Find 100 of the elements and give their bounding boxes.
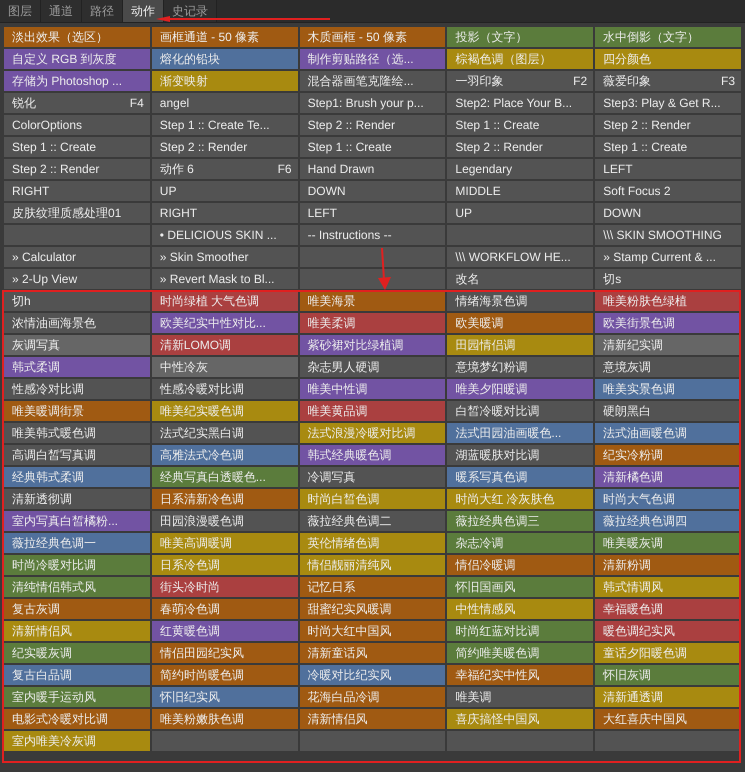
- action-button[interactable]: DOWN: [300, 181, 446, 201]
- action-button[interactable]: 时尚红蓝对比调: [447, 621, 594, 641]
- action-button[interactable]: [447, 225, 594, 245]
- action-button[interactable]: 英伦情绪色调: [300, 533, 446, 553]
- action-button[interactable]: 日系清新冷色调: [152, 489, 298, 509]
- action-button[interactable]: 熔化的铅块: [152, 49, 298, 69]
- action-button[interactable]: 幸福纪实中性风: [447, 665, 594, 685]
- action-button[interactable]: 木质画框 - 50 像素: [300, 27, 446, 47]
- action-button[interactable]: 清纯情侣韩式风: [4, 577, 150, 597]
- action-button[interactable]: 喜庆搞怪中国风: [447, 709, 594, 729]
- action-button[interactable]: 唯美夕阳暖调: [447, 379, 594, 399]
- action-button[interactable]: 时尚大红中国风: [300, 621, 446, 641]
- action-button[interactable]: 唯美暖灰调: [595, 533, 741, 553]
- action-button[interactable]: 时尚冷暖对比调: [4, 555, 150, 575]
- action-button[interactable]: » 2-Up View: [4, 269, 150, 289]
- action-button[interactable]: Hand Drawn: [300, 159, 446, 179]
- action-button[interactable]: 怀旧国画风: [447, 577, 594, 597]
- action-button[interactable]: 湖蓝暖肤对比调: [447, 445, 594, 465]
- action-button[interactable]: 紫砂裙对比绿植调: [300, 335, 446, 355]
- action-button[interactable]: 投影（文字）: [447, 27, 594, 47]
- action-button[interactable]: 性感冷暖对比调: [152, 379, 298, 399]
- action-button[interactable]: 渐变映射: [152, 71, 298, 91]
- action-button[interactable]: 薇爱印象 F3: [595, 71, 741, 91]
- action-button[interactable]: 杂志冷调: [447, 533, 594, 553]
- action-button[interactable]: LEFT: [300, 203, 446, 223]
- action-button[interactable]: Step 1 :: Create: [447, 115, 594, 135]
- action-button[interactable]: » Skin Smoother: [152, 247, 298, 267]
- action-button[interactable]: 棕褐色调（图层）: [447, 49, 594, 69]
- action-button[interactable]: 清新情侣风: [4, 621, 150, 641]
- action-button[interactable]: [300, 269, 446, 289]
- action-button[interactable]: 唯美韩式暖色调: [4, 423, 150, 443]
- action-button[interactable]: 暖色调纪实风: [595, 621, 741, 641]
- action-button[interactable]: 白皙冷暖对比调: [447, 401, 594, 421]
- action-button[interactable]: 唯美黄品调: [300, 401, 446, 421]
- action-button[interactable]: 薇拉经典色调一: [4, 533, 150, 553]
- action-button[interactable]: 红黄暖色调: [152, 621, 298, 641]
- action-button[interactable]: 清新橘色调: [595, 467, 741, 487]
- action-button[interactable]: 街头冷时尚: [152, 577, 298, 597]
- action-button[interactable]: 淡出效果（选区）: [4, 27, 150, 47]
- action-button[interactable]: » Calculator: [4, 247, 150, 267]
- action-button[interactable]: 制作剪贴路径（选...: [300, 49, 446, 69]
- action-button[interactable]: 简约时尚暖色调: [152, 665, 298, 685]
- action-button[interactable]: 纪实暖灰调: [4, 643, 150, 663]
- action-button[interactable]: 意境梦幻粉调: [447, 357, 594, 377]
- action-button[interactable]: MIDDLE: [447, 181, 594, 201]
- action-button[interactable]: 经典写真白透暖色...: [152, 467, 298, 487]
- action-button[interactable]: 水中倒影（文字）: [595, 27, 741, 47]
- action-button[interactable]: 室内唯美冷灰调: [4, 731, 150, 751]
- action-button[interactable]: 意境灰调: [595, 357, 741, 377]
- action-button[interactable]: Step1: Brush your p...: [300, 93, 446, 113]
- action-button[interactable]: 改名: [447, 269, 594, 289]
- action-button[interactable]: 一羽印象 F2: [447, 71, 594, 91]
- action-button[interactable]: Step 2 :: Render: [447, 137, 594, 157]
- action-button[interactable]: Step2: Place Your B...: [447, 93, 594, 113]
- action-button[interactable]: Step 1 :: Create Te...: [152, 115, 298, 135]
- action-button[interactable]: 灰调写真: [4, 335, 150, 355]
- action-button[interactable]: 薇拉经典色调三: [447, 511, 594, 531]
- action-button[interactable]: 自定义 RGB 到灰度: [4, 49, 150, 69]
- action-button[interactable]: 情侣田园纪实风: [152, 643, 298, 663]
- action-button[interactable]: Legendary: [447, 159, 594, 179]
- action-button[interactable]: 唯美高调暖调: [152, 533, 298, 553]
- action-button[interactable]: 室内写真白皙橘粉...: [4, 511, 150, 531]
- action-button[interactable]: 欧美纪实中性对比...: [152, 313, 298, 333]
- action-button[interactable]: 清新粉调: [595, 555, 741, 575]
- action-button[interactable]: Step 1 :: Create: [300, 137, 446, 157]
- action-button[interactable]: 锐化 F4: [4, 93, 150, 113]
- action-button[interactable]: 怀旧纪实风: [152, 687, 298, 707]
- action-button[interactable]: 时尚大红 冷灰肤色: [447, 489, 594, 509]
- action-button[interactable]: 切s: [595, 269, 741, 289]
- action-button[interactable]: [447, 731, 594, 751]
- action-button[interactable]: [300, 731, 446, 751]
- action-button[interactable]: 法式田园油画暖色...: [447, 423, 594, 443]
- action-button[interactable]: 电影式冷暖对比调: [4, 709, 150, 729]
- action-button[interactable]: \\\ SKIN SMOOTHING: [595, 225, 741, 245]
- panel-tab[interactable]: 动作: [123, 0, 164, 22]
- action-button[interactable]: 童话夕阳暖色调: [595, 643, 741, 663]
- action-button[interactable]: Step 1 :: Create: [4, 137, 150, 157]
- action-button[interactable]: 韩式经典暖色调: [300, 445, 446, 465]
- action-button[interactable]: 薇拉经典色调二: [300, 511, 446, 531]
- action-button[interactable]: [300, 247, 446, 267]
- action-button[interactable]: \\\ WORKFLOW HE...: [447, 247, 594, 267]
- action-button[interactable]: 记忆日系: [300, 577, 446, 597]
- action-button[interactable]: 高雅法式冷色调: [152, 445, 298, 465]
- action-button[interactable]: 情侣靓丽清纯风: [300, 555, 446, 575]
- action-button[interactable]: Step 2 :: Render: [4, 159, 150, 179]
- action-button[interactable]: 切h: [4, 291, 150, 311]
- action-button[interactable]: RIGHT: [4, 181, 150, 201]
- action-button[interactable]: 清新情侣风: [300, 709, 446, 729]
- action-button[interactable]: 中性情感风: [447, 599, 594, 619]
- action-button[interactable]: UP: [447, 203, 594, 223]
- action-button[interactable]: 简约唯美暖色调: [447, 643, 594, 663]
- action-button[interactable]: [152, 731, 298, 751]
- action-button[interactable]: 混合器画笔克隆绘...: [300, 71, 446, 91]
- action-button[interactable]: » Revert Mask to Bl...: [152, 269, 298, 289]
- action-button[interactable]: [595, 731, 741, 751]
- action-button[interactable]: angel: [152, 93, 298, 113]
- action-button[interactable]: 唯美中性调: [300, 379, 446, 399]
- action-button[interactable]: [4, 225, 150, 245]
- action-button[interactable]: 法式油画暖色调: [595, 423, 741, 443]
- action-button[interactable]: 日系冷色调: [152, 555, 298, 575]
